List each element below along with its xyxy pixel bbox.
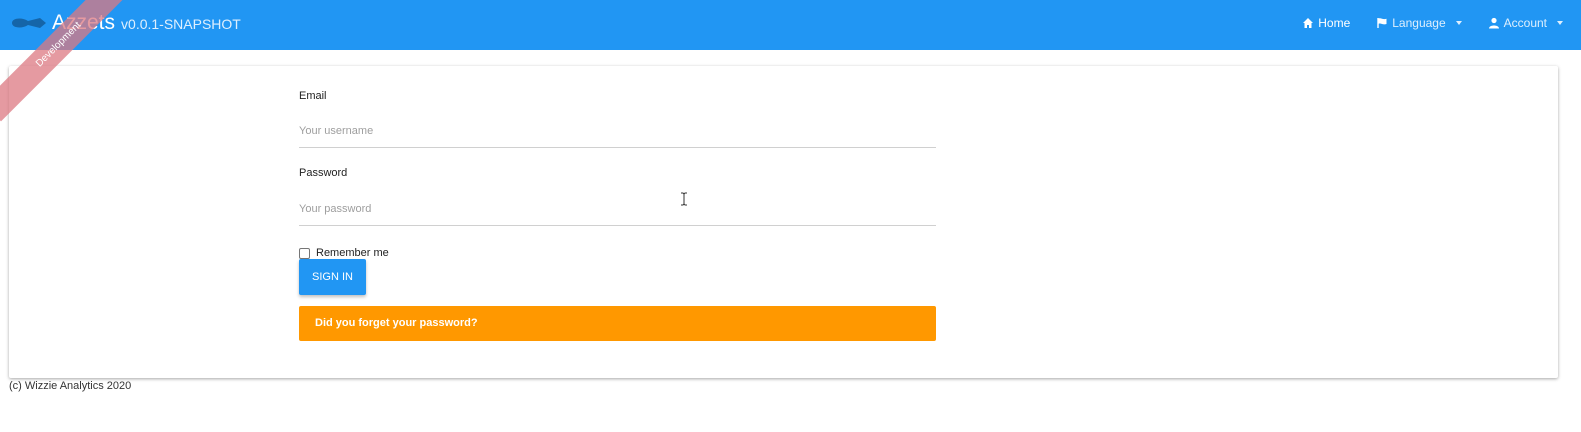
text-cursor-icon [681, 192, 687, 206]
remember-label: Remember me [316, 246, 389, 259]
password-field[interactable] [299, 192, 936, 226]
nav-account-label: Account [1503, 16, 1547, 30]
nav-menu: Home Language Account [1302, 0, 1563, 46]
brand-name: Azzets [52, 11, 116, 34]
brand-version: v0.0.1-SNAPSHOT [121, 16, 241, 32]
password-label: Password [299, 167, 348, 179]
top-navbar: Azzets v0.0.1-SNAPSHOT Home Language Acc… [0, 0, 1581, 50]
brand-logo-icon [12, 18, 46, 28]
email-label: Email [299, 90, 327, 102]
sign-in-button[interactable]: SIGN IN [299, 259, 366, 295]
brand[interactable]: Azzets v0.0.1-SNAPSHOT [10, 8, 241, 38]
user-icon [1488, 17, 1499, 29]
remember-checkbox[interactable] [299, 248, 310, 259]
home-icon [1303, 18, 1314, 28]
nav-home-label: Home [1318, 16, 1351, 30]
nav-language-label: Language [1392, 16, 1446, 30]
nav-account[interactable]: Account [1488, 16, 1563, 30]
flag-icon [1377, 18, 1387, 28]
nav-home[interactable]: Home [1302, 16, 1350, 30]
chevron-down-icon [1455, 21, 1462, 25]
chevron-down-icon [1557, 21, 1563, 25]
nav-language[interactable]: Language [1376, 16, 1462, 30]
footer-copyright: (c) Wizzie Analytics 2020 [9, 380, 132, 392]
login-card: Email Password Remember me SIGN IN Did y… [9, 66, 1558, 378]
remember-me[interactable]: Remember me [299, 246, 389, 259]
email-field[interactable] [299, 114, 936, 148]
forgot-password-link[interactable]: Did you forget your password? [299, 306, 936, 341]
